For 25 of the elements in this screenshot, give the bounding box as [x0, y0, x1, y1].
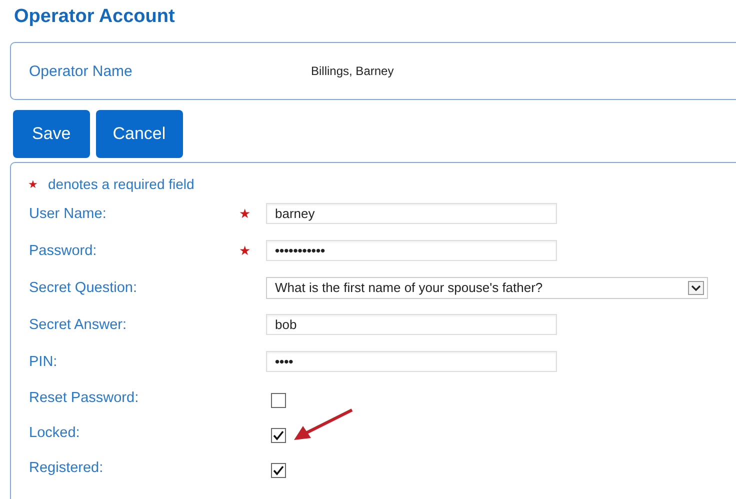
field-label: Registered: — [29, 460, 104, 476]
field-label: PIN: — [29, 354, 58, 370]
checkbox[interactable] — [271, 393, 286, 408]
required-marker-label: ★ — [239, 206, 251, 220]
checkbox[interactable] — [271, 428, 286, 443]
operator-name-value: Billings, Barney — [311, 64, 394, 78]
input-field[interactable]: bob — [266, 314, 557, 335]
operator-name-label: Operator Name — [29, 62, 134, 80]
input-field[interactable]: barney — [266, 203, 557, 224]
password-field[interactable]: •••• — [266, 351, 557, 372]
field-label: Locked: — [29, 424, 81, 440]
required-marker-label: ★ — [28, 178, 38, 190]
save-button[interactable]: Save — [13, 110, 90, 158]
field-label: Password: — [29, 242, 98, 258]
field-label: Secret Question: — [29, 280, 138, 296]
dropdown-field[interactable]: What is the first name of your spouse's father? — [266, 276, 708, 298]
page-title: Operator Account — [13, 5, 176, 29]
checkbox[interactable] — [271, 463, 286, 478]
required-marker-label: ★ — [239, 242, 251, 258]
password-field[interactable]: ••••••••••• — [266, 240, 557, 261]
cancel-button[interactable]: Cancel — [96, 110, 183, 158]
field-label: User Name: — [29, 206, 108, 222]
field-label: Reset Password: — [29, 390, 140, 406]
field-label: Secret Answer: — [29, 316, 128, 332]
required-note: denotes a required field — [48, 176, 194, 192]
